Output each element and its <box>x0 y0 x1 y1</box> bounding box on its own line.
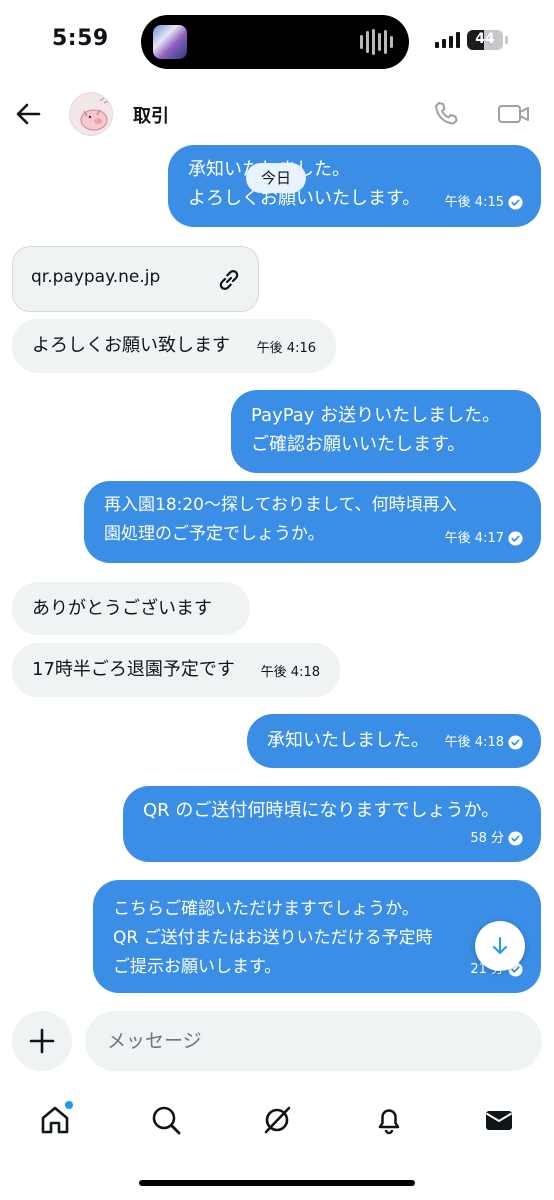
arrow-down-icon <box>493 937 507 954</box>
audio-waveform-icon <box>360 29 393 55</box>
home-indicator <box>139 1180 415 1186</box>
bottom-nav <box>0 1090 554 1150</box>
battery-level: 44 <box>475 31 495 47</box>
message-text: PayPay お送りいたしました。 ご確認お願いいたします。 <box>251 405 501 455</box>
battery-icon: 44 <box>467 30 503 50</box>
scroll-to-bottom-button[interactable] <box>475 921 525 971</box>
cellular-signal-icon <box>435 32 460 48</box>
message-input[interactable] <box>85 1011 542 1071</box>
link-url: qr.paypay.ne.jp <box>31 267 161 287</box>
message-text: こちらご確認いただけますでしょうか。 QR ご送付またはお送りいただける予定時 … <box>113 899 433 977</box>
read-check-icon <box>508 735 523 750</box>
message-timestamp: 午後 4:18 <box>445 728 523 757</box>
nav-home[interactable] <box>33 1098 77 1142</box>
video-call-icon[interactable] <box>497 100 531 128</box>
message-timestamp: 午後 4:17 <box>445 524 523 553</box>
grok-icon <box>264 1106 291 1134</box>
nav-grok[interactable] <box>255 1098 299 1142</box>
message-text: ありがとうございます <box>32 598 212 619</box>
chat-header: 取引 <box>0 82 554 146</box>
battery-cap <box>505 36 508 44</box>
message-bubble-incoming[interactable]: 17時半ごろ退園予定です 午後 4:18 <box>12 643 340 697</box>
status-bar: 5:59 44 <box>0 0 554 82</box>
message-bubble-outgoing[interactable]: 再入園18:20〜探しておりまして、何時頃再入 園処理のご予定でしょうか。 午後… <box>84 481 541 563</box>
link-icon <box>219 270 239 290</box>
message-text: QR のご送付何時頃になりますでしょうか。 <box>143 800 500 821</box>
home-icon <box>41 1106 69 1134</box>
message-bubble-outgoing[interactable]: 承知いたしました。 よろしくお願いいたします。 午後 4:15 <box>168 145 541 227</box>
nav-messages[interactable] <box>477 1098 521 1142</box>
pig-avatar-icon <box>80 97 109 131</box>
read-check-icon <box>508 831 523 846</box>
notification-dot <box>65 1101 73 1109</box>
message-timestamp: 午後 4:18 <box>260 665 320 680</box>
message-timestamp: 58 分 <box>470 824 523 853</box>
mail-icon <box>485 1111 513 1130</box>
phone-icon[interactable] <box>432 100 460 128</box>
nav-search[interactable] <box>144 1098 188 1142</box>
day-divider: 今日 <box>246 163 307 193</box>
search-icon <box>152 1106 181 1135</box>
read-check-icon <box>508 195 523 210</box>
plus-icon <box>29 1028 55 1054</box>
message-bubble-incoming[interactable]: ありがとうございます <box>12 582 250 635</box>
read-check-icon <box>508 531 523 546</box>
message-timestamp: 午後 4:16 <box>256 341 316 356</box>
message-bubble-outgoing[interactable]: こちらご確認いただけますでしょうか。 QR ご送付またはお送りいただける予定時 … <box>93 880 541 993</box>
avatar[interactable] <box>69 92 113 136</box>
now-playing-artwork <box>153 25 187 59</box>
nav-notifications[interactable] <box>367 1098 411 1142</box>
message-bubble-incoming[interactable]: よろしくお願い致します 午後 4:16 <box>12 319 336 373</box>
message-bubble-outgoing[interactable]: PayPay お送りいたしました。 ご確認お願いいたします。 <box>231 390 541 473</box>
add-attachment-button[interactable] <box>12 1011 72 1071</box>
message-timestamp: 午後 4:15 <box>445 188 523 217</box>
dynamic-island[interactable] <box>141 15 409 69</box>
status-time: 5:59 <box>52 26 109 51</box>
message-bubble-outgoing[interactable]: QR のご送付何時頃になりますでしょうか。 58 分 <box>123 786 541 862</box>
message-bubble-outgoing[interactable]: 承知いたしました。 午後 4:18 <box>247 714 541 768</box>
back-arrow-icon[interactable] <box>14 100 42 128</box>
link-preview-card[interactable]: qr.paypay.ne.jp <box>12 246 259 312</box>
bell-icon <box>378 1109 400 1135</box>
chat-title[interactable]: 取引 <box>133 102 169 128</box>
